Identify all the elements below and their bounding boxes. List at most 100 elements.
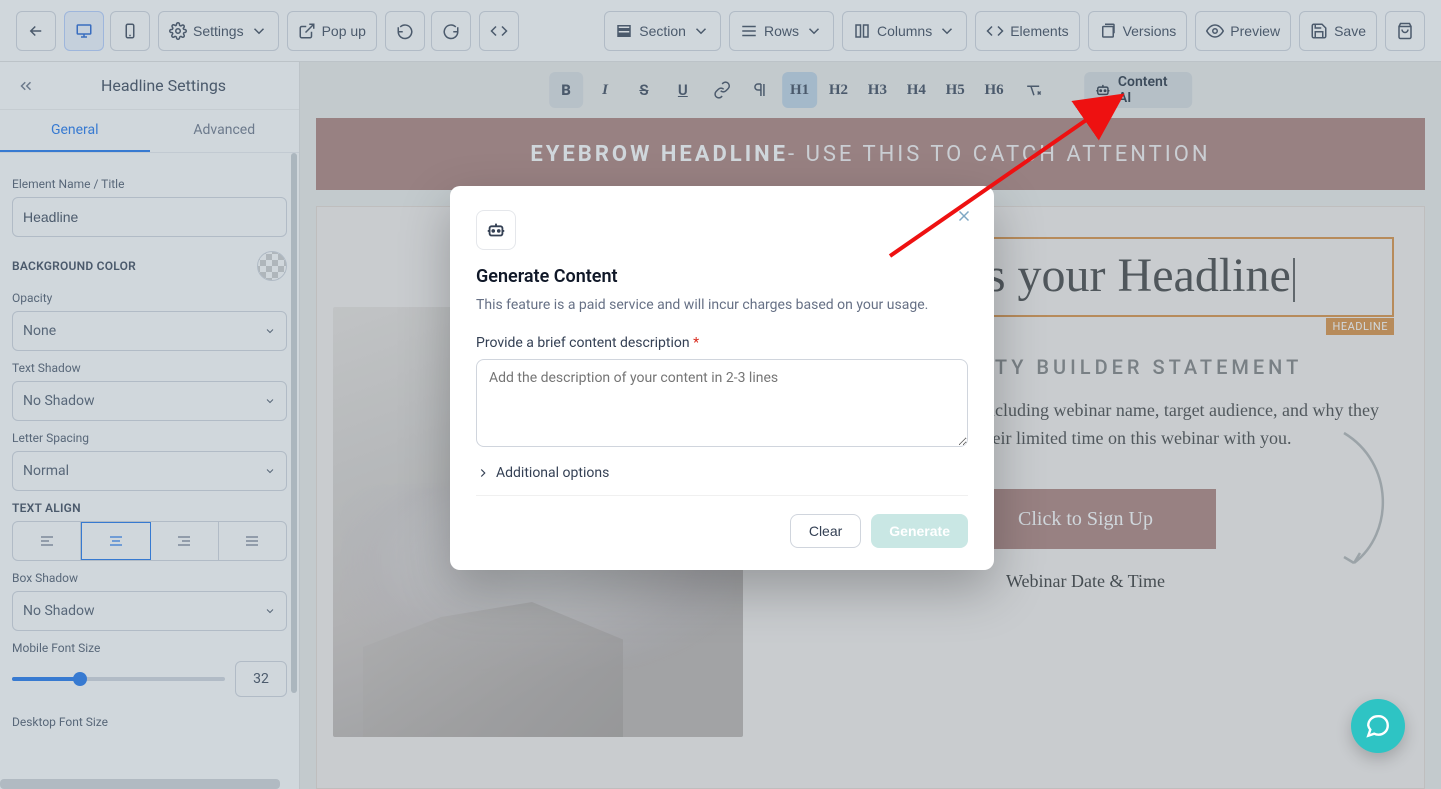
- element-name-label: Element Name / Title: [12, 177, 287, 191]
- section-button[interactable]: Section: [604, 11, 721, 51]
- settings-button[interactable]: Settings: [158, 11, 279, 51]
- save-icon: [1310, 22, 1328, 40]
- bag-icon: [1396, 22, 1414, 40]
- code-icon: [986, 22, 1004, 40]
- redo-icon: [442, 22, 460, 40]
- italic-button[interactable]: I: [588, 72, 623, 108]
- back-button[interactable]: [16, 11, 56, 51]
- tab-advanced[interactable]: Advanced: [150, 110, 300, 152]
- h5-button[interactable]: H5: [938, 72, 973, 108]
- h2-button[interactable]: H2: [821, 72, 856, 108]
- desktop-view-button[interactable]: [64, 11, 104, 51]
- external-link-icon: [298, 22, 316, 40]
- h6-button[interactable]: H6: [977, 72, 1012, 108]
- modal-title: Generate Content: [476, 266, 968, 287]
- mobile-font-size-label: Mobile Font Size: [12, 641, 287, 655]
- text-cursor: [1293, 258, 1295, 302]
- modal-prompt-label: Provide a brief content description *: [476, 335, 968, 351]
- save-label: Save: [1334, 23, 1366, 39]
- eyebrow-headline-bar[interactable]: EYEBROW HEADLINE - USE THIS TO CATCH ATT…: [316, 118, 1425, 190]
- columns-label: Columns: [877, 23, 932, 39]
- letter-spacing-value: Normal: [23, 463, 69, 479]
- paragraph-button[interactable]: [743, 72, 778, 108]
- content-ai-button[interactable]: Content AI: [1084, 72, 1192, 108]
- double-chevron-left-icon: [17, 77, 35, 95]
- settings-label: Settings: [193, 23, 244, 39]
- redo-button[interactable]: [431, 11, 471, 51]
- sidebar-horizontal-scrollbar[interactable]: [0, 779, 280, 789]
- align-justify-icon: [244, 533, 260, 549]
- align-right-icon: [176, 533, 192, 549]
- versions-button[interactable]: Versions: [1088, 11, 1188, 51]
- versions-icon: [1099, 22, 1117, 40]
- chat-fab-button[interactable]: [1351, 699, 1405, 753]
- section-label: Section: [639, 23, 686, 39]
- elements-label: Elements: [1010, 23, 1068, 39]
- headline-element-tag: HEADLINE: [1326, 318, 1394, 335]
- align-center-button[interactable]: [81, 522, 150, 560]
- sidebar-title: Headline Settings: [40, 76, 287, 95]
- bold-button[interactable]: B: [549, 72, 584, 108]
- chevron-down-icon: [250, 22, 268, 40]
- align-justify-button[interactable]: [219, 522, 286, 560]
- chevron-down-icon: [264, 605, 276, 617]
- columns-icon: [853, 22, 871, 40]
- chevron-down-icon: [264, 325, 276, 337]
- code-button[interactable]: [479, 11, 519, 51]
- mobile-font-size-value[interactable]: 32: [235, 661, 287, 697]
- text-format-bar: B I S U H1 H2 H3 H4 H5 H6 Content AI: [549, 70, 1193, 110]
- eyebrow-rest: - USE THIS TO CATCH ATTENTION: [788, 142, 1211, 167]
- chat-bubble-icon: [1365, 713, 1391, 739]
- mobile-view-button[interactable]: [110, 11, 150, 51]
- save-button[interactable]: Save: [1299, 11, 1377, 51]
- generate-button[interactable]: Generate: [871, 514, 968, 548]
- clear-format-button[interactable]: [1016, 72, 1051, 108]
- underline-button[interactable]: U: [665, 72, 700, 108]
- preview-button[interactable]: Preview: [1195, 11, 1291, 51]
- link-icon: [713, 81, 731, 99]
- mobile-font-size-slider[interactable]: [12, 677, 225, 681]
- additional-options-toggle[interactable]: Additional options: [476, 465, 968, 496]
- rows-button[interactable]: Rows: [729, 11, 834, 51]
- versions-label: Versions: [1123, 23, 1177, 39]
- additional-options-label: Additional options: [496, 465, 609, 481]
- generate-content-modal: Generate Content This feature is a paid …: [450, 186, 994, 570]
- gear-icon: [169, 22, 187, 40]
- box-shadow-select[interactable]: No Shadow: [12, 591, 287, 631]
- chevron-down-icon: [264, 465, 276, 477]
- cta-button[interactable]: Click to Sign Up: [956, 489, 1216, 549]
- modal-subtitle: This feature is a paid service and will …: [476, 297, 968, 313]
- text-shadow-select[interactable]: No Shadow: [12, 381, 287, 421]
- clear-format-icon: [1024, 81, 1042, 99]
- popup-button[interactable]: Pop up: [287, 11, 377, 51]
- chevron-down-icon: [805, 22, 823, 40]
- collapse-sidebar-button[interactable]: [12, 72, 40, 100]
- align-left-button[interactable]: [13, 522, 81, 560]
- chevron-right-icon: [476, 466, 490, 480]
- elements-button[interactable]: Elements: [975, 11, 1079, 51]
- opacity-select[interactable]: None: [12, 311, 287, 351]
- content-description-textarea[interactable]: [476, 359, 968, 447]
- h1-button[interactable]: H1: [782, 72, 817, 108]
- sidebar-scrollbar[interactable]: [291, 153, 297, 693]
- close-icon: [955, 207, 973, 225]
- h3-button[interactable]: H3: [860, 72, 895, 108]
- rows-icon: [740, 22, 758, 40]
- h4-button[interactable]: H4: [899, 72, 934, 108]
- columns-button[interactable]: Columns: [842, 11, 967, 51]
- undo-button[interactable]: [385, 11, 425, 51]
- cart-button[interactable]: [1385, 11, 1425, 51]
- modal-close-button[interactable]: [952, 204, 976, 228]
- align-right-button[interactable]: [151, 522, 219, 560]
- clear-button[interactable]: Clear: [790, 514, 861, 548]
- element-name-input[interactable]: [12, 197, 287, 237]
- text-align-label: TEXT ALIGN: [12, 501, 287, 515]
- letter-spacing-select[interactable]: Normal: [12, 451, 287, 491]
- tab-general[interactable]: General: [0, 110, 150, 152]
- background-color-swatch[interactable]: [257, 251, 287, 281]
- strikethrough-button[interactable]: S: [626, 72, 661, 108]
- link-button[interactable]: [704, 72, 739, 108]
- webinar-datetime-text[interactable]: Webinar Date & Time: [777, 571, 1394, 592]
- opacity-value: None: [23, 323, 56, 339]
- modal-ai-icon: [476, 210, 516, 250]
